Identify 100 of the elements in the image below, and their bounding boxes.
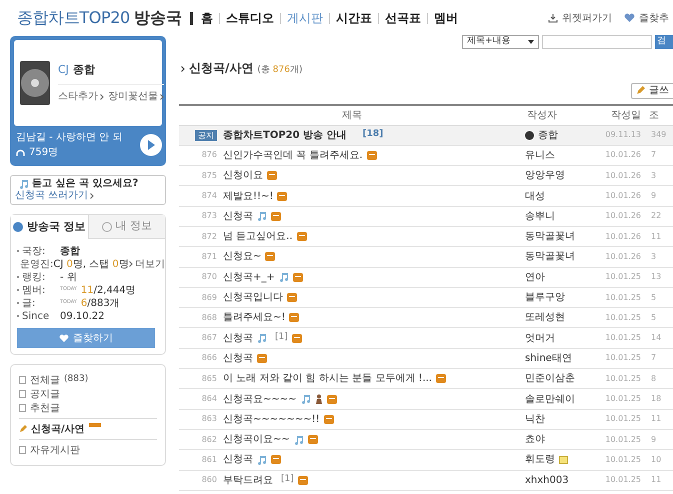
post-date: 10.01.25	[604, 393, 641, 405]
author-name: xhxh003	[525, 474, 569, 488]
post-date: 09.11.13	[604, 129, 641, 142]
view-count: 11	[651, 474, 662, 486]
pencil-icon	[636, 86, 645, 95]
menu-item[interactable]: 전체글 (883)	[19, 373, 157, 387]
new-icon	[287, 293, 297, 302]
post-title[interactable]: 신인가수곡인데 꼭 틀려주세요.	[223, 148, 363, 163]
post-title[interactable]: 신청곡입니다	[223, 290, 283, 306]
download-icon	[548, 13, 558, 23]
new-icon	[308, 435, 318, 444]
play-button[interactable]	[140, 134, 162, 156]
author-name: 솔로만쉐이	[525, 392, 575, 406]
nav-link[interactable]: 선곡표	[384, 9, 421, 27]
author-name: 닉찬	[525, 412, 545, 427]
menu-item[interactable]: 자유게시판	[19, 443, 157, 457]
view-count: 7	[651, 352, 656, 364]
comment-count: [1]	[275, 331, 288, 344]
write-button[interactable]: 글쓰	[631, 82, 673, 98]
post-title[interactable]: 신청이요	[223, 168, 263, 184]
view-count: 9	[651, 434, 656, 446]
post-count: (총 876개)	[257, 64, 302, 77]
author-name: 쵸야	[525, 433, 545, 448]
player-action-link[interactable]: 스타추가	[58, 89, 98, 104]
post-date: 10.01.25	[604, 434, 641, 446]
view-count: 11	[651, 230, 662, 243]
info-value: - 위	[60, 270, 77, 284]
pencil-icon	[19, 425, 27, 433]
request-link[interactable]: 신청곡 쓰러가기	[15, 190, 88, 202]
play-icon	[147, 140, 155, 150]
post-date: 10.01.25	[604, 271, 641, 284]
post-date: 10.01.26	[604, 190, 641, 202]
post-date: 10.01.25	[604, 332, 641, 344]
post-date: 10.01.26	[604, 210, 641, 222]
info-value: CJ 0명, 스탭 0명	[53, 258, 129, 272]
menu-item[interactable]: 추천글	[19, 401, 157, 415]
post-title[interactable]: 신청곡이요~~	[223, 432, 290, 448]
post-title[interactable]: 신청곡요~~~~	[223, 392, 297, 406]
nav-link[interactable]: 홈	[200, 9, 213, 27]
post-number: 865	[202, 372, 217, 385]
view-count: 3	[651, 170, 656, 182]
post-number: 860	[202, 474, 217, 486]
new-icon	[366, 150, 377, 160]
chevron-icon	[160, 94, 164, 100]
nav-link[interactable]: 시간표	[336, 9, 372, 27]
view-count: 7	[651, 149, 656, 162]
post-date: 10.01.25	[604, 312, 641, 324]
user-avatar-icon	[525, 130, 534, 140]
author-name: 또레성현	[525, 311, 565, 326]
view-count: 14	[651, 332, 662, 344]
post-title[interactable]: 신청곡~~~~~~~!!	[223, 412, 320, 427]
info-label: Since	[22, 310, 50, 324]
view-count: 9	[651, 190, 656, 202]
notice-badge: 공지	[195, 130, 217, 141]
column-header: 제목	[341, 108, 363, 122]
info-value: 11/2,444명	[80, 284, 136, 298]
post-title[interactable]: 신청곡	[223, 208, 253, 224]
post-title[interactable]: 신청곡	[223, 330, 253, 346]
post-title[interactable]: 넘 듣고싶어요..	[223, 229, 293, 244]
new-icon	[436, 374, 446, 384]
post-title[interactable]: 신청곡	[223, 350, 253, 366]
search-scope-select[interactable]: 제목+내용	[462, 35, 539, 49]
dj-name: 종합	[72, 62, 95, 78]
post-title[interactable]: 부탁드려요	[223, 472, 273, 488]
post-number: 867	[202, 332, 217, 344]
music-note-icon	[19, 179, 29, 189]
post-date: 10.01.26	[604, 230, 641, 243]
post-number: 866	[202, 352, 217, 364]
station-title[interactable]: 종합차트TOP20	[17, 6, 130, 30]
info-label: 글:	[22, 296, 36, 310]
search-button[interactable]: 검	[655, 35, 673, 49]
post-title[interactable]: 이 노래 저와 같이 힘 하시는 분들 모두에게 !...	[223, 371, 432, 386]
widget-link[interactable]: 위젯퍼가기	[548, 10, 612, 26]
post-title[interactable]: 틀려주세요~!	[223, 310, 286, 326]
more-link[interactable]: 더보기	[134, 256, 165, 272]
author-name: 대성	[525, 190, 545, 204]
view-count: 3	[651, 250, 656, 263]
disc-icon	[20, 68, 50, 98]
post-date: 10.01.25	[604, 372, 641, 385]
new-icon	[326, 394, 337, 404]
board-title: 신청곡/사연	[189, 60, 254, 77]
view-count: 8	[651, 372, 656, 385]
view-count: 11	[651, 413, 662, 426]
search-field[interactable]	[542, 35, 652, 49]
post-date: 10.01.25	[604, 352, 641, 364]
post-title[interactable]: 종합차트TOP20 방송 안내	[223, 128, 347, 143]
post-title[interactable]: 신청요~	[223, 249, 262, 264]
menu-item[interactable]: 공지글	[19, 387, 157, 401]
nav-link[interactable]: 스튜디오	[226, 9, 274, 27]
post-title[interactable]: 신청곡+_+	[223, 270, 275, 285]
post-title[interactable]: 신청곡	[223, 452, 253, 468]
new-icon	[265, 252, 276, 262]
info-label: 멤버:	[22, 284, 46, 298]
player-action-link[interactable]: 장미꽃선물	[108, 89, 158, 104]
new-icon	[296, 232, 307, 242]
dropdown-arrow-icon	[528, 40, 534, 44]
favorite-link[interactable]: 즐찾추	[624, 10, 669, 26]
post-title[interactable]: 제발요!!~!	[223, 188, 274, 204]
menu-item[interactable]: 신청곡/사연	[19, 418, 157, 440]
nav-link[interactable]: 멤버	[434, 9, 458, 27]
